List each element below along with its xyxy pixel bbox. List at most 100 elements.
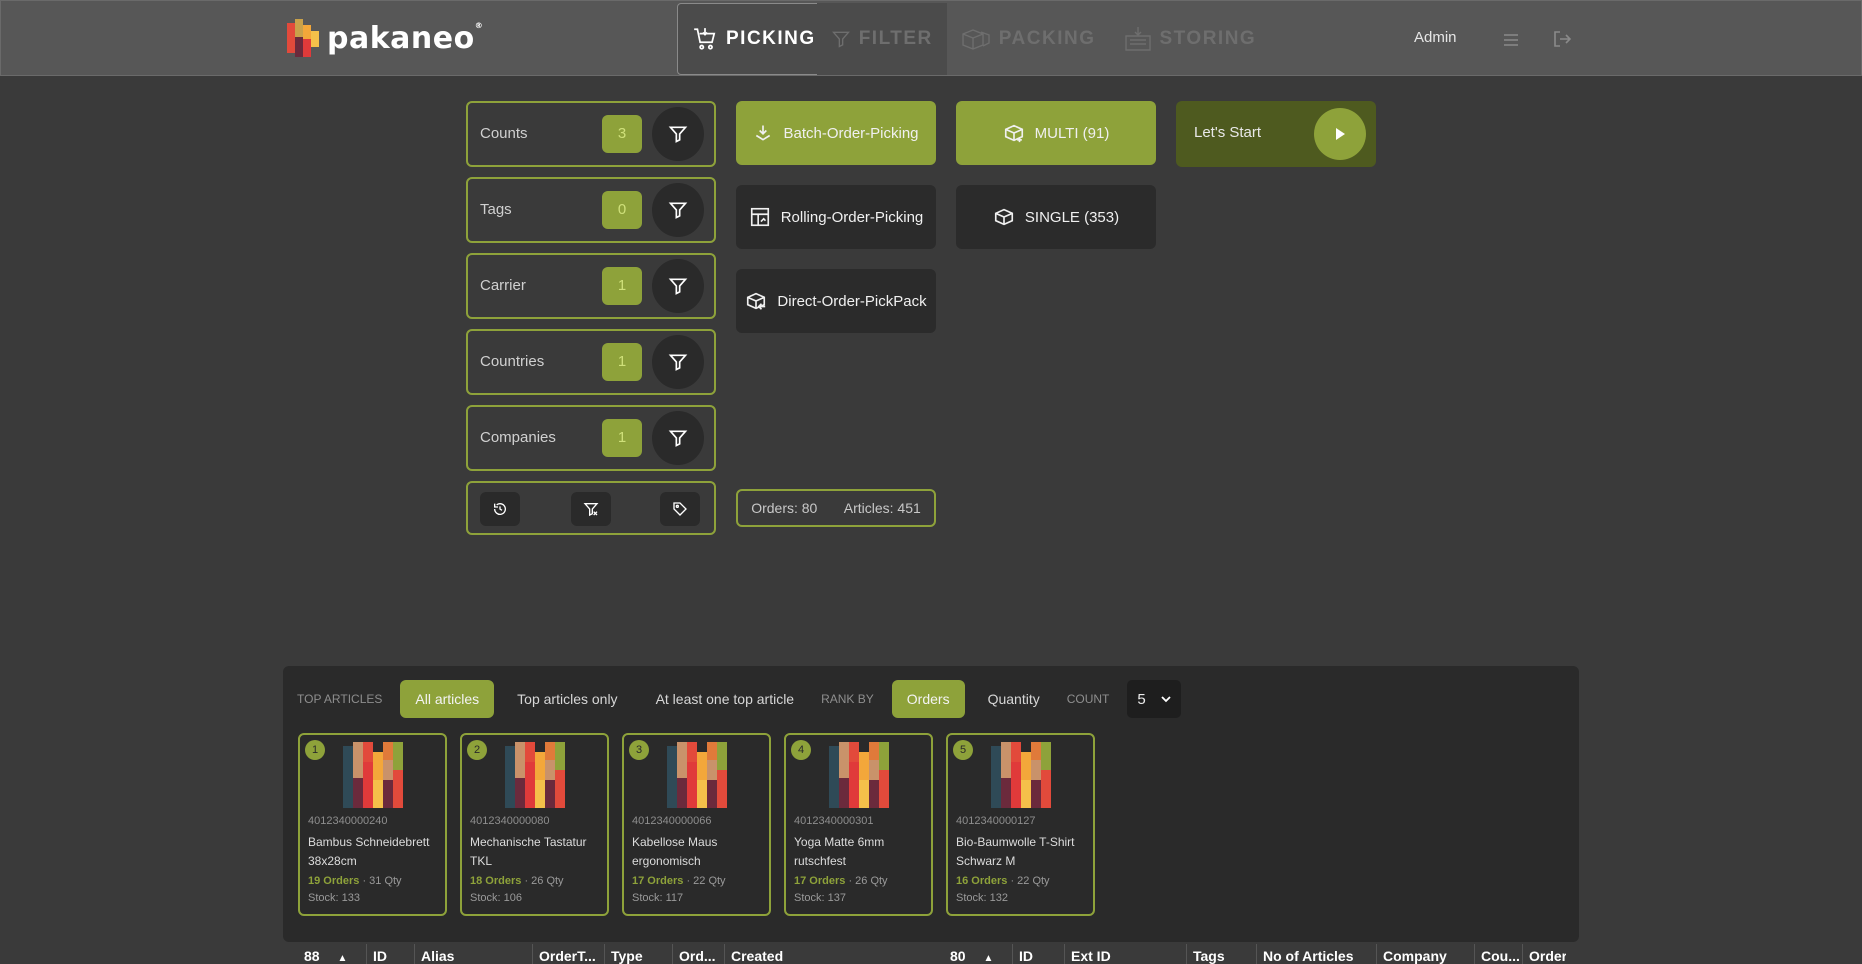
tab-packing[interactable]: PACKING: [947, 3, 1110, 75]
column-type[interactable]: Type: [604, 944, 672, 964]
layout-icon: [750, 207, 769, 227]
rank-orders[interactable]: Orders: [891, 680, 965, 718]
tab-storing[interactable]: STORING: [1110, 3, 1271, 75]
filter-companies-button[interactable]: [652, 411, 704, 465]
column-id[interactable]: ID: [1012, 944, 1064, 964]
article-qty: · 26 Qty: [848, 875, 888, 887]
multi-button[interactable]: MULTI (91): [956, 101, 1156, 165]
column-tags[interactable]: Tags: [1186, 944, 1256, 964]
option-at-least-one-top[interactable]: At least one top article: [641, 680, 810, 718]
start-label: Let's Start: [1194, 124, 1262, 141]
tab-filter[interactable]: FILTER: [816, 3, 947, 75]
tag-button[interactable]: [660, 492, 700, 526]
filter-tags-button[interactable]: [652, 183, 704, 237]
article-thumbnail: [500, 742, 570, 812]
column-ext-id[interactable]: Ext ID: [1064, 944, 1186, 964]
logo-mark: [287, 19, 319, 57]
box-plus-icon: [1004, 124, 1023, 143]
filter-counts-button[interactable]: [652, 107, 704, 161]
article-card[interactable]: 4 4012340000301 Yoga Matte 6mm rutschfes…: [784, 733, 933, 916]
main-nav: PICKING FILTER PACKING STORING: [677, 3, 1270, 75]
article-card[interactable]: 1 4012340000240 Bambus Schneidebrett 38x…: [298, 733, 447, 916]
menu-icon[interactable]: [1502, 27, 1520, 51]
article-name: Kabellose Maus ergonomisch: [632, 835, 718, 868]
play-icon: [1336, 128, 1345, 140]
orders-table-header-left: 88 ▲ ID Alias OrderT... Type Ord... Crea…: [298, 944, 920, 964]
article-stock: Stock: 137: [794, 892, 846, 904]
orders-table-header-right: 80 ▲ ID Ext ID Tags No of Articles Compa…: [944, 944, 1566, 964]
play-button[interactable]: [1314, 108, 1366, 160]
option-all-articles[interactable]: All articles: [400, 680, 495, 718]
article-sku: 4012340000080: [470, 815, 550, 827]
column-ord[interactable]: Ord...: [672, 944, 724, 964]
article-sku: 4012340000127: [956, 815, 1036, 827]
column-company[interactable]: Company: [1376, 944, 1474, 964]
direct-order-pickpack-button[interactable]: Direct-Order-PickPack: [736, 269, 936, 333]
article-thumbnail: [338, 742, 408, 812]
filter-icon: [668, 354, 688, 371]
article-thumbnail: [824, 742, 894, 812]
cart-icon: [694, 28, 716, 50]
article-thumbnail: [986, 742, 1056, 812]
batch-order-picking-button[interactable]: Batch-Order-Picking: [736, 101, 936, 165]
article-card[interactable]: 5 4012340000127 Bio-Baumwolle T-Shirt Sc…: [946, 733, 1095, 916]
top-articles-caption: TOP ARTICLES: [297, 692, 383, 706]
column-id[interactable]: ID: [366, 944, 414, 964]
direct-label: Direct-Order-PickPack: [777, 292, 927, 310]
column-alias[interactable]: Alias: [414, 944, 532, 964]
article-name: Yoga Matte 6mm rutschfest: [794, 835, 885, 868]
filter-companies: Companies 1: [466, 405, 716, 471]
article-orders-line: 18 Orders · 26 Qty: [470, 875, 564, 887]
column-count[interactable]: 80 ▲: [944, 944, 1012, 964]
filter-count-badge: 1: [602, 419, 642, 457]
option-top-articles-only[interactable]: Top articles only: [502, 680, 632, 718]
lets-start-button[interactable]: Let's Start: [1176, 101, 1376, 167]
article-name: Bio-Baumwolle T-Shirt Schwarz M: [956, 835, 1075, 868]
filter-clear-icon: [583, 503, 599, 517]
article-stock: Stock: 117: [632, 892, 684, 904]
rank-badge: 5: [953, 740, 973, 760]
column-no-of-articles[interactable]: No of Articles: [1256, 944, 1376, 964]
article-qty: · 26 Qty: [524, 875, 564, 887]
article-name: Mechanische Tastatur TKL: [470, 835, 587, 868]
count-select[interactable]: 5: [1127, 680, 1182, 718]
rolling-order-picking-button[interactable]: Rolling-Order-Picking: [736, 185, 936, 249]
sort-asc-icon: ▲: [337, 953, 348, 964]
single-label: SINGLE (353): [1024, 208, 1120, 226]
logout-icon[interactable]: [1552, 27, 1572, 51]
tag-icon: [673, 502, 687, 516]
single-button[interactable]: SINGLE (353): [956, 185, 1156, 249]
filter-icon: [668, 126, 688, 143]
filter-label: Carrier: [480, 277, 526, 294]
rank-badge: 4: [791, 740, 811, 760]
clear-filter-button[interactable]: [571, 492, 611, 526]
chevron-down-icon: [1161, 696, 1172, 703]
article-orders: 16 Orders: [956, 875, 1008, 887]
tab-filter-label: FILTER: [858, 28, 933, 49]
column-country[interactable]: Cou...: [1474, 944, 1522, 964]
column-count[interactable]: 88 ▲: [298, 944, 366, 964]
article-qty: · 31 Qty: [362, 875, 402, 887]
article-card[interactable]: 2 4012340000080 Mechanische Tastatur TKL…: [460, 733, 609, 916]
filter-label: Companies: [480, 429, 556, 446]
article-stock: Stock: 133: [308, 892, 360, 904]
article-orders: 17 Orders: [794, 875, 846, 887]
storage-icon: [1124, 27, 1151, 51]
filter-carrier-button[interactable]: [652, 259, 704, 313]
article-card[interactable]: 3 4012340000066 Kabellose Maus ergonomis…: [622, 733, 771, 916]
article-orders-line: 19 Orders · 31 Qty: [308, 875, 402, 887]
filter-countries-button[interactable]: [652, 335, 704, 389]
logo[interactable]: pakaneo®: [287, 19, 483, 57]
filter-count-badge: 3: [602, 115, 642, 153]
count-value: 5: [1137, 690, 1146, 708]
rank-quantity[interactable]: Quantity: [973, 680, 1055, 718]
user-name[interactable]: Admin: [1414, 29, 1457, 46]
column-order[interactable]: Order: [1522, 944, 1566, 964]
column-order-type[interactable]: OrderT...: [532, 944, 604, 964]
history-icon: [493, 503, 506, 515]
article-orders-line: 16 Orders · 22 Qty: [956, 875, 1050, 887]
tab-picking[interactable]: PICKING: [677, 3, 831, 75]
reset-button[interactable]: [480, 492, 520, 526]
column-created[interactable]: Created: [724, 944, 920, 964]
rank-badge: 3: [629, 740, 649, 760]
